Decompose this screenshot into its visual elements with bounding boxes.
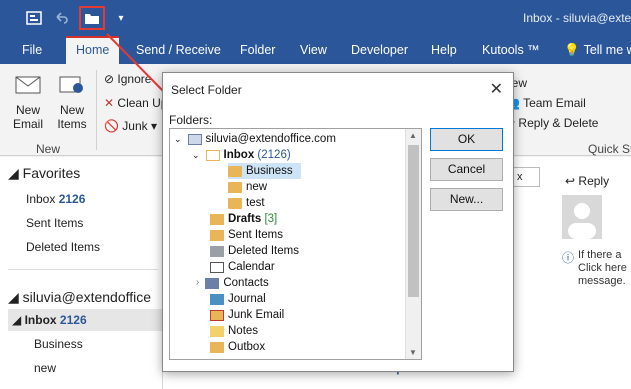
clean-up-icon: ✕ [104,96,115,110]
tab-send-receive[interactable]: Send / Receive [136,36,221,64]
app-icon [24,8,44,28]
customize-qat-icon[interactable]: ▾ [111,8,131,28]
tree-scrollbar[interactable]: ▲ ▼ [405,129,421,359]
account-icon [187,133,202,145]
tree-sent-items[interactable]: Sent Items [210,227,283,243]
folders-label: Folders: [169,113,213,127]
reply-icon: ↩ [565,174,576,188]
inbox-icon [205,149,220,161]
ignore-icon: ⊘ [104,72,115,86]
reading-pane: x ↩ Reply ⓘ If there a Click here messag… [500,157,631,389]
ribbon-tabs: File Home Send / Receive Folder View Dev… [0,36,631,64]
ribbon-divider [96,70,97,150]
junk-icon [210,309,224,321]
ok-button[interactable]: OK [430,128,503,151]
info-icon: ⓘ [562,251,575,265]
expanded-icon: ⌄ [174,134,182,144]
window-title: Inbox - siluvia@exte [523,11,631,25]
junk-icon: 🚫 [104,119,119,133]
tell-me[interactable]: 💡 Tell me w [564,36,631,64]
tree-business[interactable]: Business [228,163,301,179]
folder-icon [85,14,99,24]
avatar [562,195,602,239]
calendar-icon [210,261,224,273]
expanded-icon: ⌄ [192,150,200,160]
collapsed-icon: › [196,277,200,288]
tree-inbox[interactable]: ⌄ Inbox (2126) [192,147,291,163]
favorites-header[interactable]: ◢ Favorites [8,165,80,182]
journal-icon [210,293,224,305]
folder-tree[interactable]: ⌄ siluvia@extendoffice.com ⌄ Inbox (2126… [169,128,422,360]
close-icon[interactable]: ✕ [490,79,503,99]
nav-item-new[interactable]: new [34,361,56,375]
cancel-button[interactable]: Cancel [430,158,503,181]
tab-help[interactable]: Help [431,36,457,64]
reply-button[interactable]: ↩ Reply [565,174,609,188]
trash-icon [210,245,224,257]
tree-journal[interactable]: Journal [210,291,266,307]
lightbulb-icon: 💡 [564,43,580,57]
nav-item-inbox[interactable]: ◢ Inbox 2126 [8,309,163,331]
tree-notes[interactable]: Notes [210,323,258,339]
tree-account[interactable]: ⌄ siluvia@extendoffice.com [174,131,336,147]
dialog-title: Select Folder [171,83,242,97]
nav-item-business[interactable]: Business [34,337,83,351]
tab-folder[interactable]: Folder [240,36,275,64]
nav-divider [8,269,158,270]
junk-button[interactable]: 🚫 Junk ▾ [104,119,157,133]
tree-calendar[interactable]: Calendar [210,259,275,275]
drafts-icon [210,213,224,225]
quick-step-team-email[interactable]: 👥 Team Email [505,96,586,110]
tab-kutools[interactable]: Kutools ™ [482,36,540,64]
new-folder-button[interactable]: New... [430,188,503,211]
fav-item-deleted[interactable]: Deleted Items [26,240,100,254]
title-bar: ▾ Inbox - siluvia@exte [0,0,631,36]
fav-item-sent[interactable]: Sent Items [26,216,83,230]
new-items-button[interactable]: New Items [50,74,94,131]
tab-developer[interactable]: Developer [351,36,408,64]
scroll-up-icon[interactable]: ▲ [409,131,417,140]
group-new-label: New [36,142,61,156]
sent-icon [210,229,224,241]
select-folder-dialog: Select Folder ✕ Folders: ⌄ siluvia@exten… [162,72,514,372]
tree-drafts[interactable]: Drafts [3] [210,211,277,227]
select-folder-button[interactable] [79,6,105,30]
folder-icon [228,197,242,209]
info-bar[interactable]: ⓘ If there a Click here message. [562,249,627,288]
folder-icon [228,181,242,193]
notes-icon [210,325,224,337]
quick-step-reply-delete[interactable]: ↩ Reply & Delete [505,116,598,130]
new-email-icon [15,76,41,94]
tree-new[interactable]: new [228,179,267,195]
collapse-icon: ◢ [8,165,19,181]
tree-junk-email[interactable]: Junk Email [210,307,284,323]
tree-contacts[interactable]: › Contacts [196,275,269,291]
scroll-thumb[interactable] [408,145,419,297]
tree-outbox[interactable]: Outbox [210,339,265,355]
folder-pane: ◢ Favorites Inbox 2126 Sent Items Delete… [0,157,163,389]
folder-icon [228,165,242,177]
tab-file[interactable]: File [22,36,42,64]
collapse-icon: ◢ [12,313,22,327]
collapse-icon: ◢ [8,289,19,305]
new-email-button[interactable]: New Email [8,74,48,131]
fav-item-inbox[interactable]: Inbox 2126 [26,192,85,206]
tab-home[interactable]: Home [66,36,120,64]
clean-up-button[interactable]: ✕ Clean Up [104,96,167,110]
contacts-icon [205,277,220,289]
new-items-icon [59,76,83,93]
outbox-icon [210,341,224,353]
account-header[interactable]: ◢ siluvia@extendoffice [8,289,151,306]
tree-deleted-items[interactable]: Deleted Items [210,243,299,259]
ignore-button[interactable]: ⊘ Ignore [104,72,151,86]
group-quick-steps-label: Quick St [588,142,631,156]
undo-icon[interactable] [51,8,71,28]
scroll-down-icon[interactable]: ▼ [409,348,417,357]
tab-view[interactable]: View [300,36,327,64]
tree-test[interactable]: test [228,195,265,211]
